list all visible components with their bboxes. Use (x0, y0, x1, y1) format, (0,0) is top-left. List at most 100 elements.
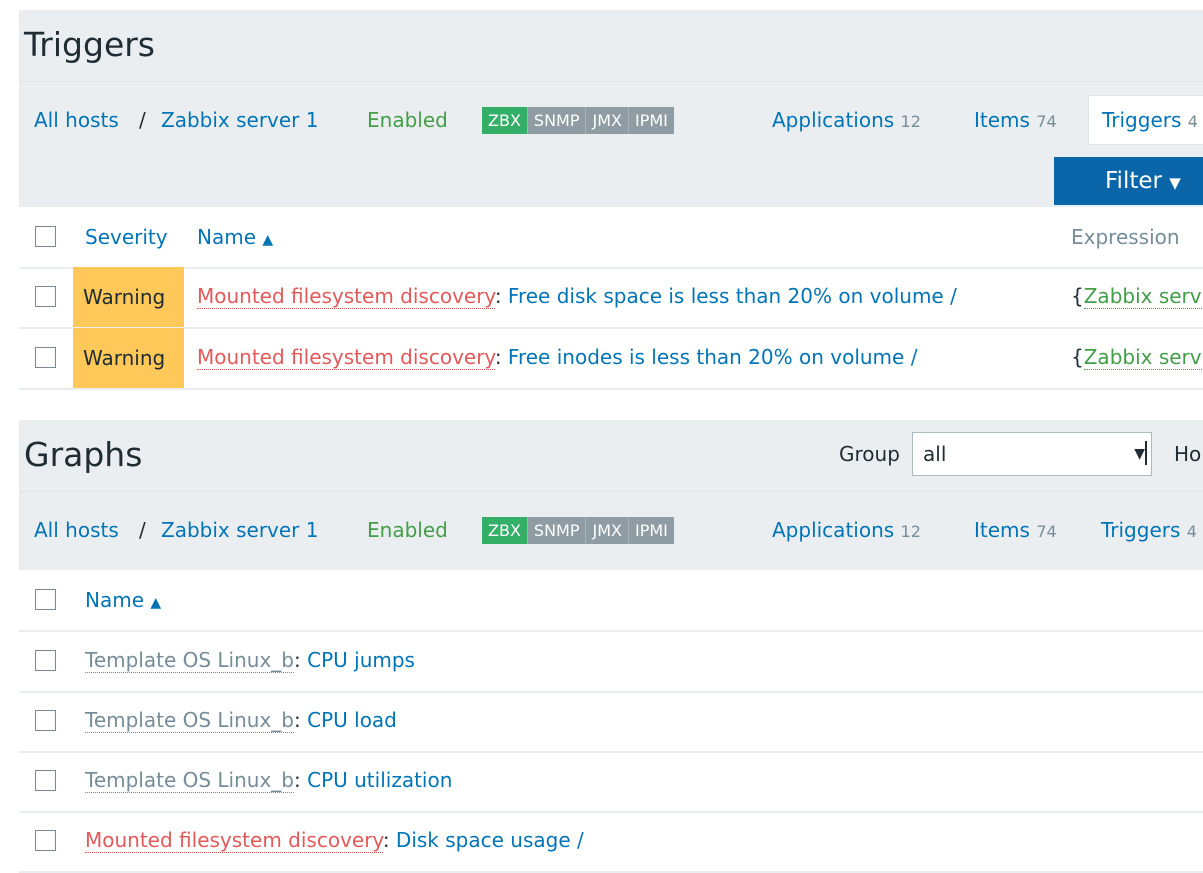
template-link[interactable]: Template OS Linux_b (85, 708, 294, 733)
tab-items-label: Items (974, 518, 1030, 542)
table-row: Template OS Linux_b: CPU utilization (19, 751, 1203, 813)
availability-tags: ZBX SNMP JMX IPMI (482, 517, 674, 544)
trigger-name-cell: Mounted filesystem discovery: Free inode… (197, 345, 918, 370)
breadcrumb-all-hosts[interactable]: All hosts (34, 100, 119, 140)
discovery-rule-link[interactable]: Mounted filesystem discovery (197, 284, 495, 309)
breadcrumb-separator: / (139, 518, 146, 542)
name-separator: : (494, 284, 502, 308)
table-row: Warning Mounted filesystem discovery: Fr… (19, 328, 1203, 390)
graph-name-link[interactable]: CPU load (307, 708, 397, 732)
row-checkbox[interactable] (35, 770, 56, 791)
expression-cell: {Zabbix serv (1071, 345, 1202, 370)
expression-host-link[interactable]: Zabbix serv (1083, 345, 1202, 370)
tab-triggers[interactable]: Triggers 4 (1088, 95, 1203, 145)
trigger-name-link[interactable]: Free disk space is less than 20% on volu… (508, 284, 957, 308)
tab-items-label: Items (974, 108, 1030, 132)
template-link[interactable]: Template OS Linux_b (85, 768, 294, 793)
divider (19, 491, 1203, 492)
table-row: Template OS Linux_b: CPU load (19, 691, 1203, 753)
tag-zbx: ZBX (482, 107, 527, 134)
table-row: Warning Mounted filesystem discovery: Fr… (19, 267, 1203, 329)
table-row: Template OS Linux_b: CPU jumps (19, 631, 1203, 693)
breadcrumb: All hosts / Zabbix server 1 Enabled ZBX … (19, 95, 1203, 145)
breadcrumb-all-hosts[interactable]: All hosts (34, 510, 119, 550)
group-select-value: all (923, 442, 947, 466)
name-separator: : (294, 768, 301, 792)
sort-asc-icon: ▲ (262, 232, 274, 248)
row-checkbox[interactable] (35, 830, 56, 851)
tag-zbx: ZBX (482, 517, 527, 544)
tab-triggers-count: 4 (1187, 112, 1198, 131)
row-checkbox[interactable] (35, 347, 56, 368)
graphs-table: Name ▲ Template OS Linux_b: CPU jumps Te… (19, 570, 1203, 873)
trigger-name-cell: Mounted filesystem discovery: Free disk … (197, 284, 957, 309)
filter-button[interactable]: Filter ▼ (1054, 157, 1203, 205)
discovery-rule-link[interactable]: Mounted filesystem discovery (197, 345, 495, 370)
expression-brace: { (1071, 345, 1084, 369)
tag-jmx: JMX (585, 517, 628, 544)
tab-applications-label: Applications (772, 108, 895, 132)
select-all-checkbox[interactable] (35, 226, 56, 247)
expression-host-link[interactable]: Zabbix serv (1083, 284, 1202, 309)
trigger-name-link[interactable]: Free inodes is less than 20% on volume / (508, 345, 918, 369)
column-name[interactable]: Name ▲ (197, 207, 273, 270)
graph-name-link[interactable]: Disk space usage / (396, 828, 584, 852)
caret-down-icon: ▼ (1169, 174, 1181, 192)
dropdown-arrow-icon: ▼ (1134, 433, 1147, 475)
row-checkbox[interactable] (35, 286, 56, 307)
graph-name-cell: Template OS Linux_b: CPU jumps (85, 648, 415, 673)
column-name-label: Name (197, 225, 257, 249)
tab-triggers[interactable]: Triggers 4 (1101, 510, 1197, 552)
group-label: Group (839, 442, 900, 466)
column-name[interactable]: Name ▲ (85, 570, 161, 633)
breadcrumb-host[interactable]: Zabbix server 1 (161, 510, 319, 550)
tab-items[interactable]: Items 74 (974, 510, 1057, 552)
template-link[interactable]: Template OS Linux_b (85, 648, 294, 673)
name-separator: : (494, 345, 502, 369)
name-separator: : (294, 648, 301, 672)
tab-items-count: 74 (1036, 522, 1057, 541)
table-header: Name ▲ (19, 570, 1203, 632)
tab-triggers-count: 4 (1186, 522, 1197, 541)
severity-badge: Warning (73, 328, 184, 388)
sort-asc-icon: ▲ (150, 595, 162, 611)
breadcrumb-separator: / (139, 108, 146, 132)
breadcrumb: All hosts / Zabbix server 1 Enabled ZBX … (19, 510, 1203, 550)
tab-applications[interactable]: Applications 12 (772, 510, 921, 552)
table-header: Severity Name ▲ Expression (19, 207, 1203, 269)
breadcrumb-host[interactable]: Zabbix server 1 (161, 100, 319, 140)
host-status-enabled[interactable]: Enabled (367, 510, 448, 550)
tab-applications-count: 12 (900, 522, 921, 541)
tab-triggers-label: Triggers (1101, 518, 1181, 542)
discovery-rule-link[interactable]: Mounted filesystem discovery (85, 828, 383, 853)
tab-items[interactable]: Items 74 (974, 100, 1057, 142)
host-label: Ho (1174, 442, 1202, 466)
graph-name-cell: Template OS Linux_b: CPU load (85, 708, 397, 733)
tab-applications[interactable]: Applications 12 (772, 100, 921, 142)
availability-tags: ZBX SNMP JMX IPMI (482, 107, 674, 134)
tab-applications-count: 12 (900, 112, 921, 131)
graph-name-link[interactable]: CPU jumps (307, 648, 415, 672)
group-select[interactable]: all ▼ (912, 432, 1152, 476)
divider (19, 81, 1203, 82)
select-all-checkbox[interactable] (35, 589, 56, 610)
row-checkbox[interactable] (35, 710, 56, 731)
column-expression: Expression (1071, 225, 1180, 249)
filter-label: Filter (1105, 168, 1162, 194)
graph-name-link[interactable]: CPU utilization (307, 768, 452, 792)
row-checkbox[interactable] (35, 650, 56, 671)
table-row: Mounted filesystem discovery: Disk space… (19, 811, 1203, 873)
tag-jmx: JMX (585, 107, 628, 134)
severity-badge: Warning (73, 267, 184, 327)
tag-ipmi: IPMI (627, 107, 674, 134)
column-severity[interactable]: Severity (85, 207, 168, 267)
triggers-table: Severity Name ▲ Expression Warning Mount… (19, 207, 1203, 390)
tag-snmp: SNMP (526, 107, 586, 134)
name-separator: : (382, 828, 390, 852)
tab-items-count: 74 (1036, 112, 1057, 131)
host-status-enabled[interactable]: Enabled (367, 100, 448, 140)
tab-applications-label: Applications (772, 518, 895, 542)
page-title: Triggers (24, 25, 156, 64)
expression-cell: {Zabbix serv (1071, 284, 1202, 309)
graphs-panel: Graphs Group all ▼ Ho All hosts / Zabbix… (19, 420, 1203, 873)
